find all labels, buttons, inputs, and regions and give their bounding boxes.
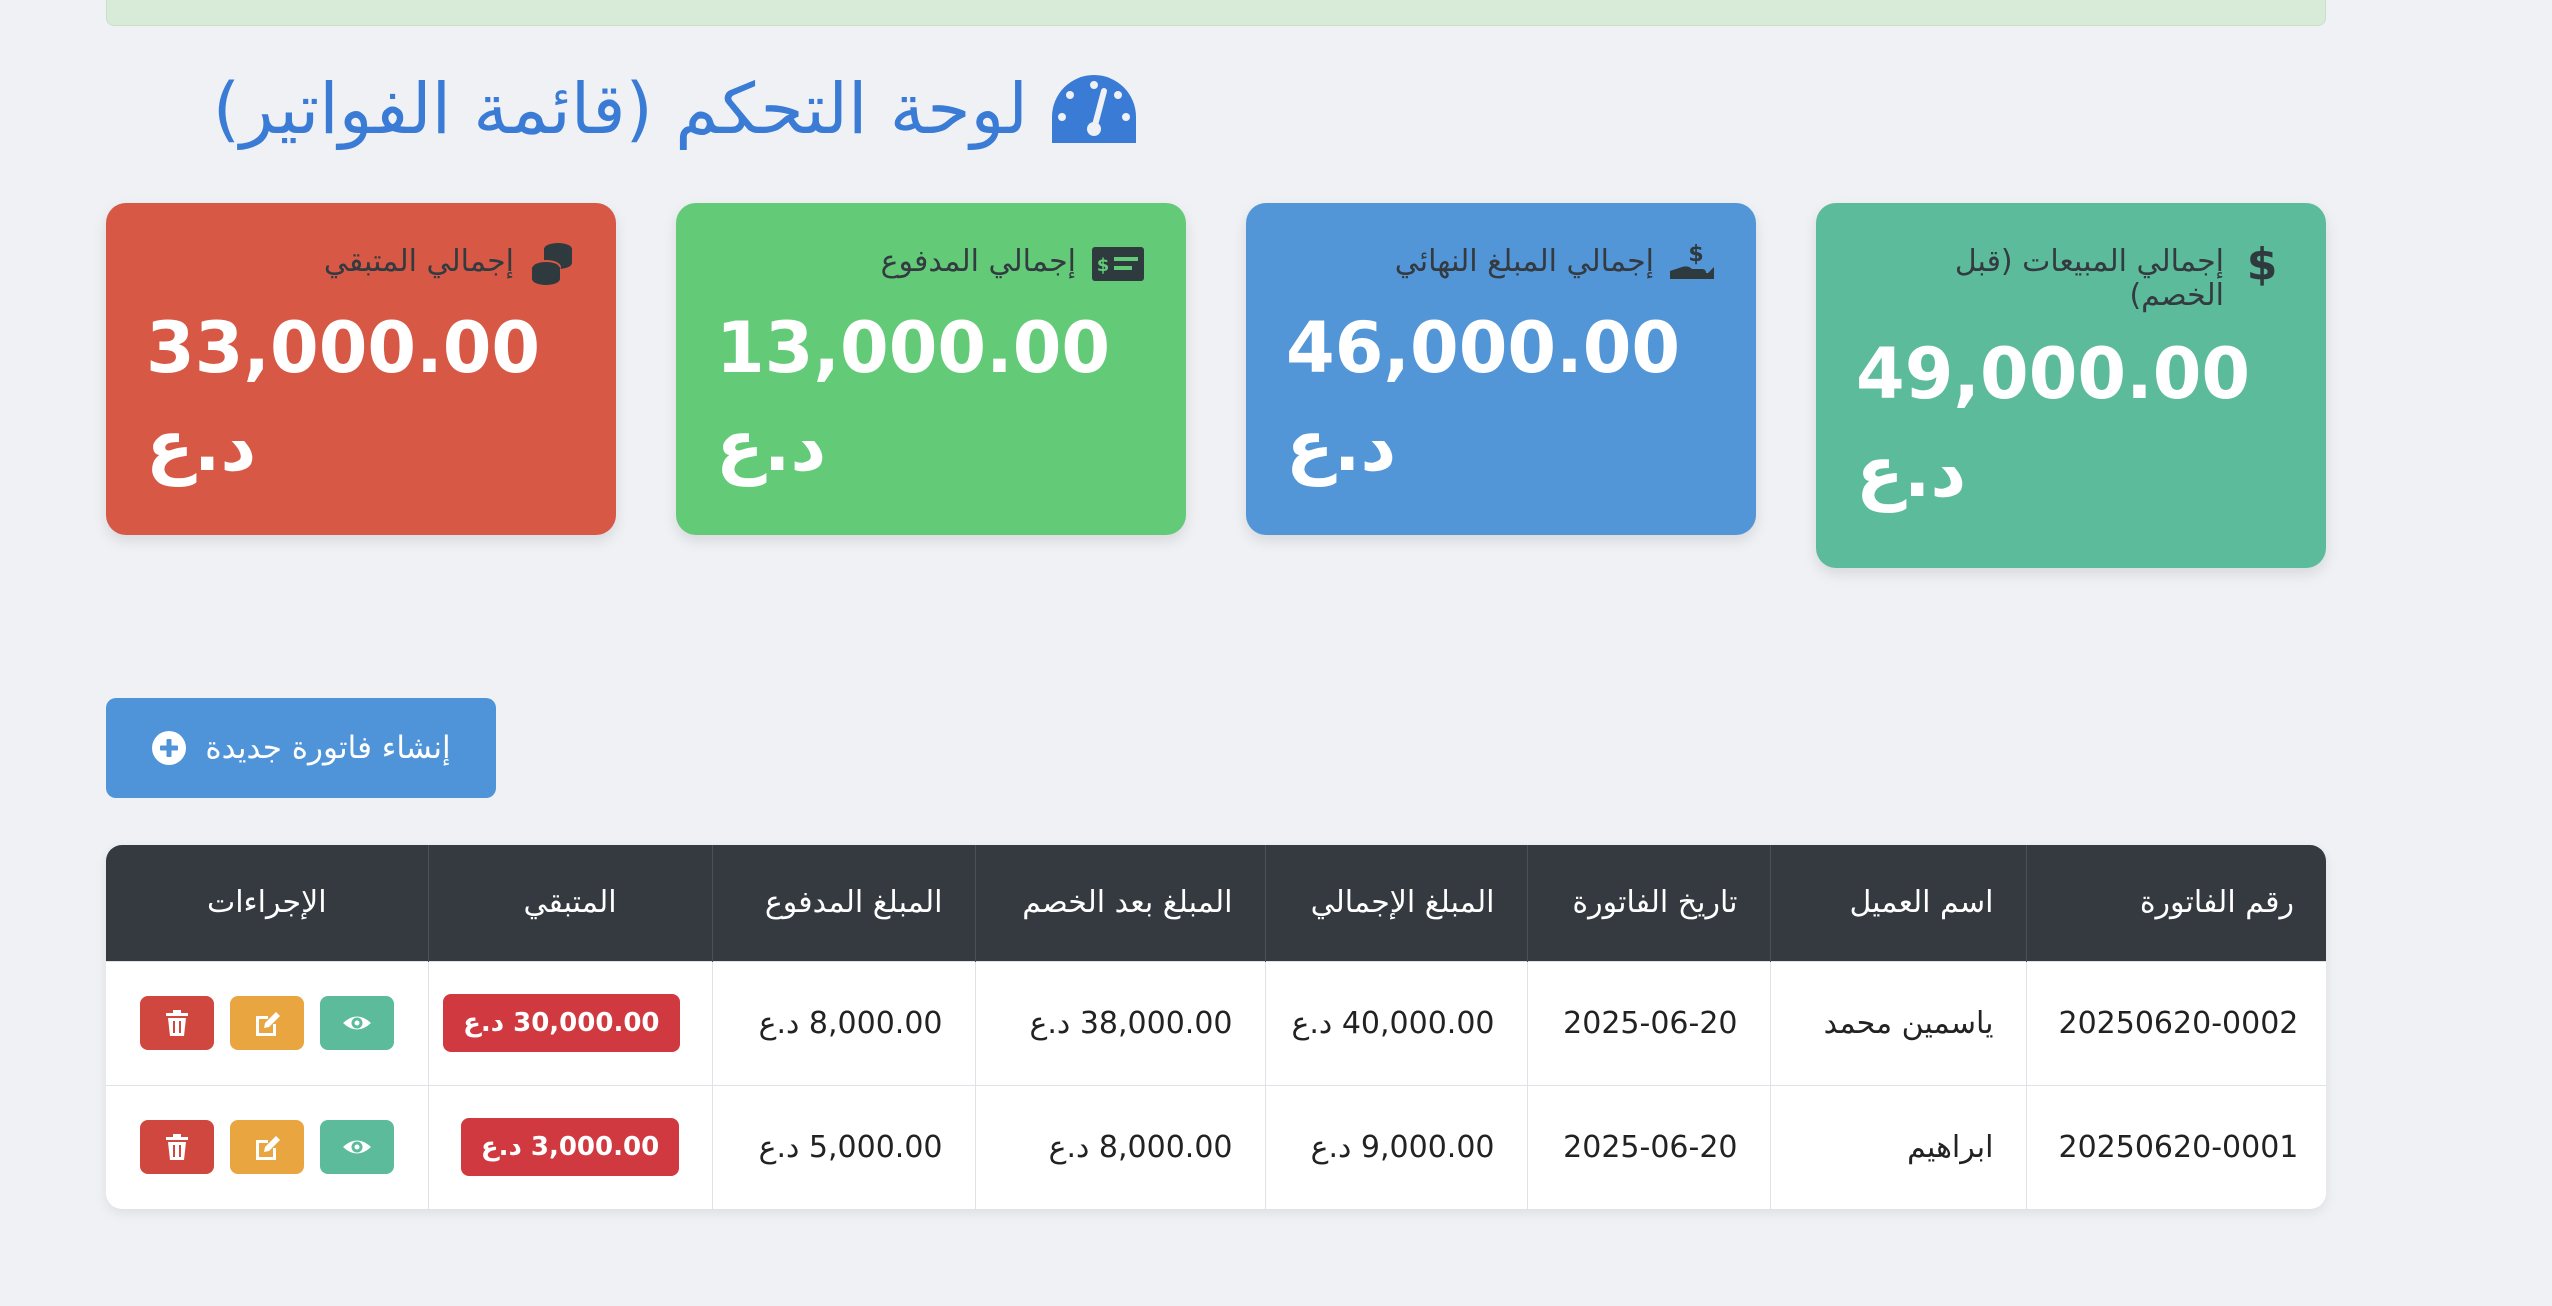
card-amount: 13,000.00	[716, 307, 1111, 389]
card-currency: د.ع	[1286, 405, 1397, 487]
card-total-remaining: إجمالي المتبقي 33,000.00 د.ع	[106, 203, 616, 535]
delete-button[interactable]	[139, 1120, 214, 1175]
edit-button[interactable]	[229, 1120, 304, 1175]
invoice-number: 20250620-0002	[2025, 961, 2326, 1085]
eye-icon	[342, 1140, 371, 1154]
invoice-number: 20250620-0001	[2025, 1085, 2326, 1209]
invoices-table: رقم الفاتورة اسم العميل تاريخ الفاتورة ا…	[106, 845, 2326, 1209]
card-value: 49,000.00 د.ع	[1856, 325, 2286, 521]
column-header: المتبقي	[427, 845, 712, 961]
coins-icon	[531, 243, 572, 285]
card-label: إجمالي المبيعات (قبل الخصم)	[1954, 244, 2224, 313]
invoice-date: 2025-06-20	[1526, 961, 1770, 1085]
create-invoice-button[interactable]: إنشاء فاتورة جديدة	[106, 698, 496, 798]
edit-icon	[255, 1012, 280, 1036]
customer-name: ياسمين محمد	[1769, 961, 2026, 1085]
card-currency: د.ع	[716, 405, 827, 487]
column-header: المبلغ الإجمالي	[1264, 845, 1527, 961]
column-header: تاريخ الفاتورة	[1526, 845, 1770, 961]
page-title: لوحة التحكم (قائمة الفواتير)	[213, 64, 1140, 154]
tachometer-icon	[1052, 75, 1136, 143]
card-label: إجمالي المبلغ النهائي	[1394, 244, 1654, 279]
paid-amount: 8,000.00 د.ع	[711, 961, 975, 1085]
plus-circle-icon	[152, 731, 187, 765]
trash-icon	[165, 1134, 188, 1161]
card-label: إجمالي المتبقي	[323, 244, 514, 279]
table-row: 20250620-0002 ياسمين محمد 2025-06-20 40,…	[106, 961, 2326, 1085]
dollar-icon: $	[2247, 239, 2278, 287]
create-invoice-label: إنشاء فاتورة جديدة	[205, 730, 451, 766]
edit-icon	[255, 1136, 280, 1161]
success-alert	[106, 0, 2326, 26]
trash-icon	[165, 1010, 188, 1036]
remaining-cell: 3,000.00 د.ع	[427, 1085, 712, 1209]
svg-text:$: $	[1097, 255, 1110, 276]
view-button[interactable]	[319, 1120, 394, 1175]
card-label: إجمالي المدفوع	[880, 244, 1076, 279]
amount-after-discount: 8,000.00 د.ع	[974, 1085, 1265, 1209]
remaining-cell: 30,000.00 د.ع	[427, 961, 712, 1085]
amount-after-discount: 38,000.00 د.ع	[974, 961, 1265, 1085]
eye-icon	[342, 1016, 371, 1030]
remaining-badge: 3,000.00 د.ع	[460, 1118, 680, 1177]
svg-text:$: $	[2247, 239, 2278, 287]
column-header: اسم العميل	[1769, 845, 2026, 961]
edit-button[interactable]	[229, 996, 304, 1050]
customer-name: ابراهيم	[1769, 1085, 2026, 1209]
total-amount: 9,000.00 د.ع	[1264, 1085, 1527, 1209]
summary-cards: $ إجمالي المبيعات (قبل الخصم) 49,000.00 …	[106, 203, 2326, 568]
column-header: المبلغ المدفوع	[711, 845, 975, 961]
card-amount: 46,000.00	[1286, 307, 1681, 389]
card-value: 46,000.00 د.ع	[1286, 299, 1716, 495]
table-header-row: رقم الفاتورة اسم العميل تاريخ الفاتورة ا…	[106, 845, 2326, 961]
remaining-badge: 30,000.00 د.ع	[443, 994, 680, 1052]
card-total-sales: $ إجمالي المبيعات (قبل الخصم) 49,000.00 …	[1816, 203, 2326, 568]
actions-cell	[106, 1085, 428, 1209]
svg-text:$: $	[1688, 242, 1703, 267]
card-currency: د.ع	[1856, 431, 1967, 513]
invoice-date: 2025-06-20	[1526, 1085, 1770, 1209]
card-value: 13,000.00 د.ع	[716, 299, 1146, 495]
paid-amount: 5,000.00 د.ع	[711, 1085, 975, 1209]
view-button[interactable]	[319, 996, 394, 1050]
table-row: 20250620-0001 ابراهيم 2025-06-20 9,000.0…	[106, 1085, 2326, 1209]
delete-button[interactable]	[139, 996, 214, 1050]
column-header: الإجراءات	[206, 885, 327, 921]
total-amount: 40,000.00 د.ع	[1264, 961, 1527, 1085]
page-title-text: لوحة التحكم (قائمة الفواتير)	[212, 68, 1028, 150]
actions-cell	[106, 961, 428, 1085]
card-total-paid: $ إجمالي المدفوع 13,000.00 د.ع	[676, 203, 1186, 535]
hand-holding-dollar-icon: $	[1670, 242, 1714, 279]
money-check-icon: $	[1092, 247, 1144, 281]
card-final-amount: $ إجمالي المبلغ النهائي 46,000.00 د.ع	[1246, 203, 1756, 535]
card-value: 33,000.00 د.ع	[146, 299, 576, 495]
column-header: المبلغ بعد الخصم	[974, 845, 1265, 961]
card-amount: 49,000.00	[1856, 333, 2251, 415]
column-header: رقم الفاتورة	[2025, 845, 2326, 961]
card-currency: د.ع	[146, 405, 257, 487]
card-amount: 33,000.00	[146, 307, 541, 389]
